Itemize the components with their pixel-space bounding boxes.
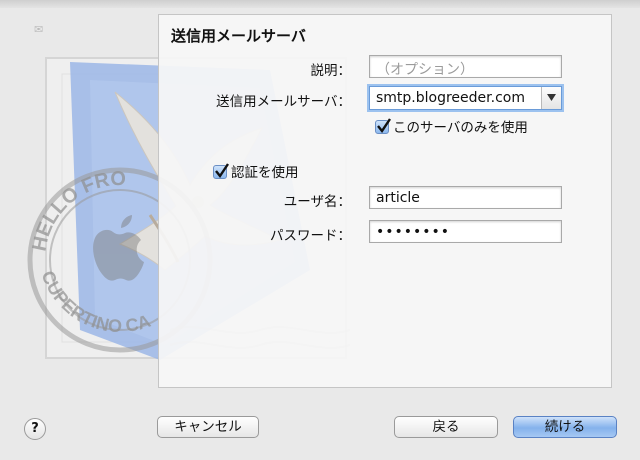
username-field[interactable]: article <box>369 186 562 209</box>
username-label: ユーザ名： <box>283 194 351 210</box>
description-label: 説明： <box>310 63 352 79</box>
gmail-icon: ✉ <box>34 24 44 36</box>
panel-title: 送信用メールサーバ <box>171 27 306 45</box>
only-this-server-checkbox[interactable] <box>375 118 391 134</box>
help-button[interactable]: ? <box>24 418 46 440</box>
checkmark-icon <box>215 163 229 179</box>
use-auth-option[interactable]: 認証を使用 <box>213 161 299 181</box>
only-this-server-option[interactable]: このサーバのみを使用 <box>375 116 528 136</box>
use-auth-label: 認証を使用 <box>231 165 299 181</box>
only-this-server-label: このサーバのみを使用 <box>393 120 528 136</box>
outgoing-server-panel: 送信用メールサーバ 説明： （オプション） 送信用メールサーバ： smtp.bl… <box>158 14 612 388</box>
use-auth-checkbox[interactable] <box>213 163 229 179</box>
description-field[interactable]: （オプション） <box>369 55 562 78</box>
outgoing-server-label: 送信用メールサーバ： <box>216 94 351 110</box>
password-field[interactable]: •••••••• <box>369 220 562 243</box>
checkmark-icon <box>377 118 391 134</box>
combo-dropdown-button[interactable] <box>541 87 561 109</box>
outgoing-server-combo[interactable]: smtp.blogreeder.com <box>369 86 562 110</box>
password-label: パスワード： <box>270 228 351 244</box>
continue-button[interactable]: 続ける <box>513 416 617 438</box>
outgoing-server-value: smtp.blogreeder.com <box>376 90 525 106</box>
back-button[interactable]: 戻る <box>394 416 498 438</box>
cancel-button[interactable]: キャンセル <box>157 416 259 438</box>
background-mail-remnant: ✉ <box>34 22 162 62</box>
chevron-down-icon <box>547 94 556 101</box>
